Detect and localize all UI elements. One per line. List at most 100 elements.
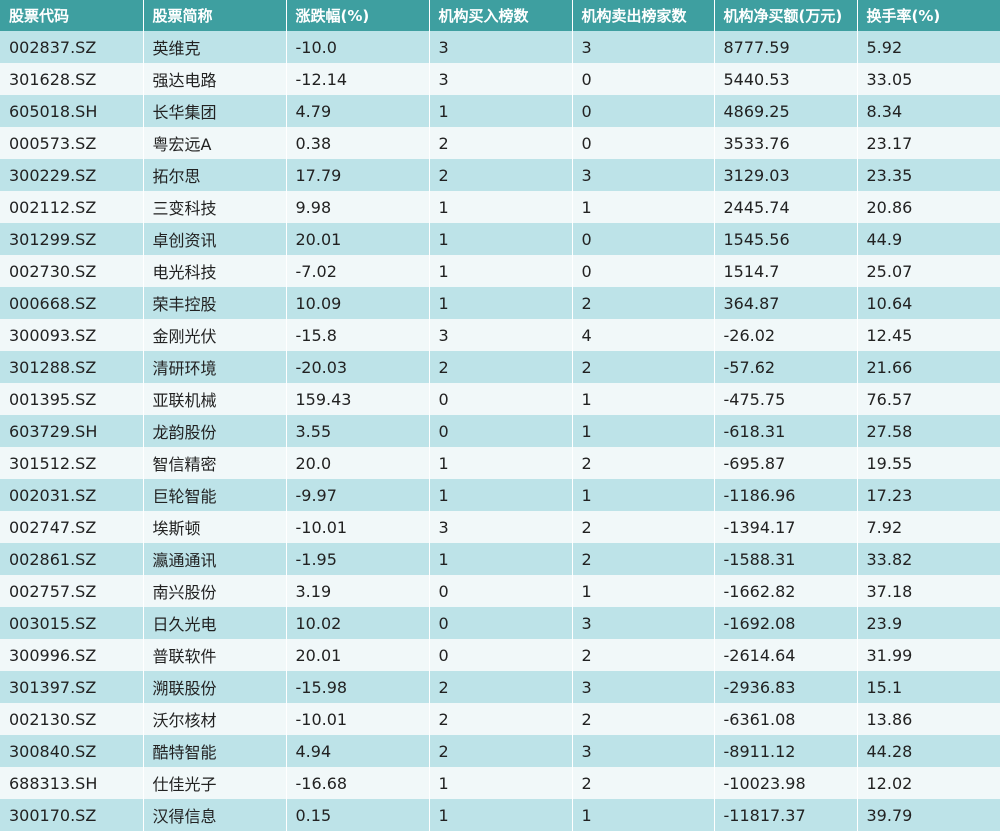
change-pct-cell: 9.98 bbox=[286, 191, 430, 223]
column-header-stock-name[interactable]: 股票简称 bbox=[143, 0, 287, 31]
table-row[interactable]: 300170.SZ 汉得信息 0.15 1 1 -11817.37 39.79 bbox=[0, 799, 1000, 831]
inst-sell-count-cell: 3 bbox=[572, 607, 715, 639]
stock-code-cell: 688313.SH bbox=[0, 767, 144, 799]
inst-buy-count-cell: 0 bbox=[429, 383, 573, 415]
inst-sell-count-cell: 3 bbox=[572, 735, 715, 767]
table-row[interactable]: 002757.SZ 南兴股份 3.19 0 1 -1662.82 37.18 bbox=[0, 575, 1000, 607]
inst-buy-count-cell: 1 bbox=[429, 223, 573, 255]
turnover-cell: 31.99 bbox=[857, 639, 1000, 671]
inst-buy-count-cell: 2 bbox=[429, 127, 573, 159]
inst-sell-count-cell: 2 bbox=[572, 447, 715, 479]
inst-sell-count-cell: 2 bbox=[572, 703, 715, 735]
stock-name-cell: 亚联机械 bbox=[143, 383, 287, 415]
inst-buy-count-cell: 2 bbox=[429, 159, 573, 191]
table-row[interactable]: 002747.SZ 埃斯顿 -10.01 3 2 -1394.17 7.92 bbox=[0, 511, 1000, 543]
stock-name-cell: 酷特智能 bbox=[143, 735, 287, 767]
change-pct-cell: 3.19 bbox=[286, 575, 430, 607]
table-row[interactable]: 300093.SZ 金刚光伏 -15.8 3 4 -26.02 12.45 bbox=[0, 319, 1000, 351]
inst-buy-count-cell: 1 bbox=[429, 255, 573, 287]
inst-buy-count-cell: 2 bbox=[429, 671, 573, 703]
stock-name-cell: 强达电路 bbox=[143, 63, 287, 95]
table-row[interactable]: 300229.SZ 拓尔思 17.79 2 3 3129.03 23.35 bbox=[0, 159, 1000, 191]
stock-code-cell: 001395.SZ bbox=[0, 383, 144, 415]
table-row[interactable]: 003015.SZ 日久光电 10.02 0 3 -1692.08 23.9 bbox=[0, 607, 1000, 639]
table-row[interactable]: 301397.SZ 溯联股份 -15.98 2 3 -2936.83 15.1 bbox=[0, 671, 1000, 703]
change-pct-cell: -15.98 bbox=[286, 671, 430, 703]
inst-net-buy-cell: -1588.31 bbox=[714, 543, 858, 575]
table-row[interactable]: 002112.SZ 三变科技 9.98 1 1 2445.74 20.86 bbox=[0, 191, 1000, 223]
turnover-cell: 8.34 bbox=[857, 95, 1000, 127]
stock-code-cell: 603729.SH bbox=[0, 415, 144, 447]
stock-code-cell: 002757.SZ bbox=[0, 575, 144, 607]
inst-net-buy-cell: -26.02 bbox=[714, 319, 858, 351]
turnover-cell: 7.92 bbox=[857, 511, 1000, 543]
inst-buy-count-cell: 3 bbox=[429, 63, 573, 95]
inst-net-buy-cell: -1662.82 bbox=[714, 575, 858, 607]
stock-name-cell: 瀛通通讯 bbox=[143, 543, 287, 575]
turnover-cell: 25.07 bbox=[857, 255, 1000, 287]
table-row[interactable]: 300840.SZ 酷特智能 4.94 2 3 -8911.12 44.28 bbox=[0, 735, 1000, 767]
turnover-cell: 33.82 bbox=[857, 543, 1000, 575]
table-row[interactable]: 002031.SZ 巨轮智能 -9.97 1 1 -1186.96 17.23 bbox=[0, 479, 1000, 511]
change-pct-cell: -9.97 bbox=[286, 479, 430, 511]
turnover-cell: 23.35 bbox=[857, 159, 1000, 191]
table-row[interactable]: 001395.SZ 亚联机械 159.43 0 1 -475.75 76.57 bbox=[0, 383, 1000, 415]
table-row[interactable]: 603729.SH 龙韵股份 3.55 0 1 -618.31 27.58 bbox=[0, 415, 1000, 447]
inst-net-buy-cell: -618.31 bbox=[714, 415, 858, 447]
column-header-inst-sell-count[interactable]: 机构卖出榜家数 bbox=[572, 0, 715, 31]
table-row[interactable]: 301299.SZ 卓创资讯 20.01 1 0 1545.56 44.9 bbox=[0, 223, 1000, 255]
table-row[interactable]: 301512.SZ 智信精密 20.0 1 2 -695.87 19.55 bbox=[0, 447, 1000, 479]
turnover-cell: 44.28 bbox=[857, 735, 1000, 767]
table-row[interactable]: 000573.SZ 粤宏远A 0.38 2 0 3533.76 23.17 bbox=[0, 127, 1000, 159]
table-row[interactable]: 002861.SZ 瀛通通讯 -1.95 1 2 -1588.31 33.82 bbox=[0, 543, 1000, 575]
inst-sell-count-cell: 0 bbox=[572, 95, 715, 127]
inst-buy-count-cell: 0 bbox=[429, 415, 573, 447]
stock-code-cell: 002112.SZ bbox=[0, 191, 144, 223]
inst-buy-count-cell: 1 bbox=[429, 543, 573, 575]
inst-net-buy-cell: -6361.08 bbox=[714, 703, 858, 735]
stock-code-cell: 300093.SZ bbox=[0, 319, 144, 351]
column-header-turnover[interactable]: 换手率(%) bbox=[857, 0, 1000, 31]
stock-name-cell: 智信精密 bbox=[143, 447, 287, 479]
inst-net-buy-cell: 5440.53 bbox=[714, 63, 858, 95]
stock-name-cell: 南兴股份 bbox=[143, 575, 287, 607]
table-row[interactable]: 002730.SZ 电光科技 -7.02 1 0 1514.7 25.07 bbox=[0, 255, 1000, 287]
stock-name-cell: 金刚光伏 bbox=[143, 319, 287, 351]
table-row[interactable]: 300996.SZ 普联软件 20.01 0 2 -2614.64 31.99 bbox=[0, 639, 1000, 671]
table-header: 股票代码 股票简称 涨跌幅(%) 机构买入榜数 机构卖出榜家数 机构净买额(万元… bbox=[0, 0, 1000, 31]
column-header-stock-code[interactable]: 股票代码 bbox=[0, 0, 144, 31]
table-row[interactable]: 688313.SH 仕佳光子 -16.68 1 2 -10023.98 12.02 bbox=[0, 767, 1000, 799]
turnover-cell: 12.45 bbox=[857, 319, 1000, 351]
header-row: 股票代码 股票简称 涨跌幅(%) 机构买入榜数 机构卖出榜家数 机构净买额(万元… bbox=[0, 0, 1000, 31]
turnover-cell: 12.02 bbox=[857, 767, 1000, 799]
turnover-cell: 10.64 bbox=[857, 287, 1000, 319]
stock-table: 股票代码 股票简称 涨跌幅(%) 机构买入榜数 机构卖出榜家数 机构净买额(万元… bbox=[0, 0, 1000, 831]
stock-code-cell: 002031.SZ bbox=[0, 479, 144, 511]
inst-sell-count-cell: 2 bbox=[572, 287, 715, 319]
table-row[interactable]: 605018.SH 长华集团 4.79 1 0 4869.25 8.34 bbox=[0, 95, 1000, 127]
stock-name-cell: 卓创资讯 bbox=[143, 223, 287, 255]
table-row[interactable]: 000668.SZ 荣丰控股 10.09 1 2 364.87 10.64 bbox=[0, 287, 1000, 319]
inst-sell-count-cell: 4 bbox=[572, 319, 715, 351]
change-pct-cell: 20.01 bbox=[286, 223, 430, 255]
change-pct-cell: -10.0 bbox=[286, 31, 430, 63]
column-header-inst-net-buy[interactable]: 机构净买额(万元) bbox=[714, 0, 858, 31]
table-row[interactable]: 301288.SZ 清研环境 -20.03 2 2 -57.62 21.66 bbox=[0, 351, 1000, 383]
turnover-cell: 37.18 bbox=[857, 575, 1000, 607]
stock-name-cell: 普联软件 bbox=[143, 639, 287, 671]
stock-name-cell: 长华集团 bbox=[143, 95, 287, 127]
table-row[interactable]: 002130.SZ 沃尔核材 -10.01 2 2 -6361.08 13.86 bbox=[0, 703, 1000, 735]
stock-code-cell: 002730.SZ bbox=[0, 255, 144, 287]
inst-sell-count-cell: 1 bbox=[572, 383, 715, 415]
inst-buy-count-cell: 1 bbox=[429, 287, 573, 319]
inst-sell-count-cell: 1 bbox=[572, 191, 715, 223]
turnover-cell: 44.9 bbox=[857, 223, 1000, 255]
table-row[interactable]: 301628.SZ 强达电路 -12.14 3 0 5440.53 33.05 bbox=[0, 63, 1000, 95]
column-header-inst-buy-count[interactable]: 机构买入榜数 bbox=[429, 0, 573, 31]
turnover-cell: 39.79 bbox=[857, 799, 1000, 831]
table-row[interactable]: 002837.SZ 英维克 -10.0 3 3 8777.59 5.92 bbox=[0, 31, 1000, 63]
column-header-change-pct[interactable]: 涨跌幅(%) bbox=[286, 0, 430, 31]
stock-code-cell: 300229.SZ bbox=[0, 159, 144, 191]
inst-net-buy-cell: -57.62 bbox=[714, 351, 858, 383]
change-pct-cell: -1.95 bbox=[286, 543, 430, 575]
